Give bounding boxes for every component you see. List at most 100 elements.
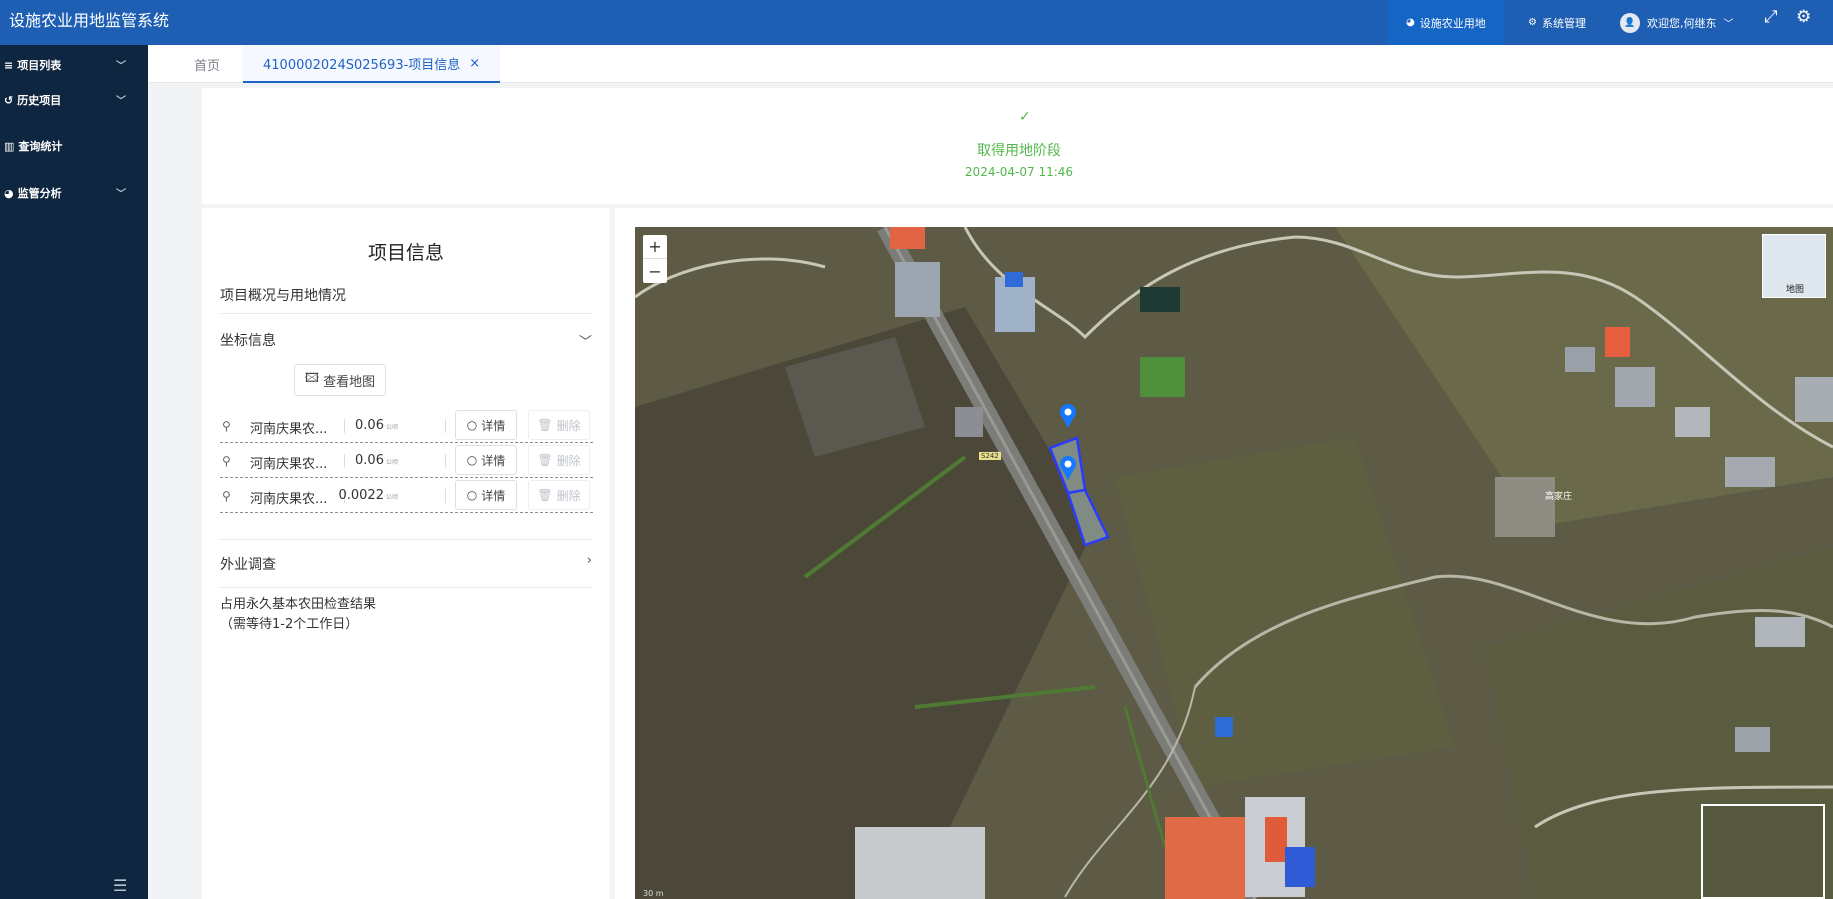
divider <box>220 539 593 540</box>
detail-label: 详情 <box>481 488 506 503</box>
road-label: S242 <box>979 452 1001 460</box>
tab-home-label: 首页 <box>194 58 221 74</box>
sidebar-item-project-list[interactable]: ≡ 项目列表 ﹀ <box>0 50 148 80</box>
sidebar: ≡ 项目列表 ﹀ ↺ 历史项目 ﹀ ▥ 查询统计 ◕ 监管分析 ﹀ ☰ <box>0 45 148 899</box>
sidebar-item-supervision[interactable]: ◕ 监管分析 ﹀ <box>0 178 148 208</box>
coord-area: 0.06 公顷 <box>355 453 398 468</box>
divider <box>445 419 446 433</box>
coord-area-unit: 公顷 <box>385 459 398 466</box>
nav-facility-land[interactable]: ◕ 设施农业用地 <box>1388 0 1504 45</box>
divider <box>344 454 345 468</box>
detail-label: 详情 <box>481 453 506 468</box>
location-pin-icon: ⚲ <box>222 454 231 468</box>
divider <box>344 419 345 433</box>
collapse-menu-icon[interactable]: ☰ <box>113 876 127 895</box>
view-map-button[interactable]: 🖾 查看地图 <box>294 364 386 396</box>
coord-area-value: 0.0022 <box>338 488 384 503</box>
image-icon: 🖾 <box>304 371 320 386</box>
settings-icon[interactable]: ⚙ <box>1796 7 1811 27</box>
check-icon: ✓ <box>1019 109 1031 125</box>
location-pin-icon: ⚲ <box>222 489 231 503</box>
sidebar-item-label: 查询统计 <box>18 140 63 153</box>
delete-label: 删除 <box>556 418 581 433</box>
search-icon: ○ <box>466 453 478 467</box>
overview-map[interactable] <box>1701 804 1825 899</box>
search-icon: ○ <box>466 488 478 502</box>
detail-button[interactable]: ○ 详情 <box>455 445 517 475</box>
app-title: 设施农业用地监管系统 <box>9 11 170 30</box>
section-field-survey[interactable]: 外业调查 <box>220 554 593 574</box>
satellite-map[interactable]: S242 高家庄 + − 地图 30 m <box>635 227 1833 899</box>
divider <box>220 587 593 588</box>
page-title: 项目信息 <box>367 242 444 264</box>
chevron-down-icon: ﹀ <box>1723 19 1734 30</box>
zoom-control: + − <box>643 235 667 283</box>
history-icon: ↺ <box>4 93 14 107</box>
chevron-right-icon[interactable]: › <box>587 553 592 568</box>
coord-area: 0.06 公顷 <box>355 418 398 433</box>
sidebar-item-label: 项目列表 <box>17 59 62 72</box>
coord-name: 河南庆果农... <box>250 457 328 472</box>
chevron-down-icon: ﹀ <box>116 61 126 72</box>
divider <box>445 489 446 503</box>
scale-bar: 30 m <box>643 889 664 898</box>
coord-row: ⚲ 河南庆果农... 0.0022 公顷 ○ 详情 🗑 删除 <box>220 479 593 513</box>
delete-button[interactable]: 🗑 删除 <box>528 480 590 510</box>
tab-project-info-label: 4100002024S025693-项目信息 <box>263 57 461 73</box>
coord-name: 河南庆果农... <box>250 422 328 437</box>
tab-bar: 首页 4100002024S025693-项目信息 × <box>148 45 1833 83</box>
view-map-label: 查看地图 <box>323 374 376 390</box>
location-pin-icon: ⚲ <box>222 419 231 433</box>
coord-area: 0.0022 公顷 <box>338 488 398 503</box>
zoom-in-button[interactable]: + <box>643 235 667 259</box>
pie-chart-icon: ◕ <box>1406 17 1415 28</box>
tab-home[interactable]: 首页 <box>194 45 220 83</box>
chevron-down-icon[interactable]: ﹀ <box>579 331 592 350</box>
stage-card: ✓ 取得用地阶段 2024-04-07 11:46 <box>202 88 1833 204</box>
user-menu[interactable]: 👤 欢迎您,何继东 ﹀ <box>1620 0 1734 45</box>
trash-icon: 🗑 <box>537 453 553 467</box>
village-label: 高家庄 <box>1545 492 1573 502</box>
result-note: （需等待1-2个工作日） <box>220 617 359 632</box>
nav-system-management-label: 系统管理 <box>1541 16 1586 30</box>
detail-button[interactable]: ○ 详情 <box>455 480 517 510</box>
section-coords-label: 坐标信息 <box>220 333 276 349</box>
bar-chart-icon: ▥ <box>4 139 15 153</box>
trash-icon: 🗑 <box>537 488 553 502</box>
close-icon[interactable]: × <box>469 56 480 71</box>
result-title: 占用永久基本农田检查结果 <box>220 597 377 612</box>
sidebar-item-history[interactable]: ↺ 历史项目 ﹀ <box>0 85 148 115</box>
gears-icon: ⚙ <box>1528 17 1537 28</box>
delete-button[interactable]: 🗑 删除 <box>528 445 590 475</box>
sidebar-item-label: 历史项目 <box>17 94 62 107</box>
nav-facility-land-label: 设施农业用地 <box>1419 16 1486 30</box>
app-header: 设施农业用地监管系统 ◕ 设施农业用地 ⚙ 系统管理 👤 欢迎您,何继东 ﹀ ⤢… <box>0 0 1833 45</box>
coord-area-value: 0.06 <box>355 453 384 468</box>
avatar: 👤 <box>1620 12 1640 33</box>
search-icon: ○ <box>466 418 478 432</box>
stage-name: 取得用地阶段 <box>977 143 1061 159</box>
coord-name: 河南庆果农... <box>250 492 328 507</box>
section-overview[interactable]: 项目概况与用地情况 <box>220 285 593 305</box>
sidebar-item-query-stats[interactable]: ▥ 查询统计 <box>0 131 148 161</box>
pie-chart-icon: ◕ <box>4 186 14 200</box>
chevron-down-icon: ﹀ <box>116 189 126 200</box>
divider <box>220 313 593 314</box>
coord-area-unit: 公顷 <box>385 424 398 431</box>
fullscreen-icon[interactable]: ⤢ <box>1764 7 1778 27</box>
detail-button[interactable]: ○ 详情 <box>455 410 517 440</box>
delete-button[interactable]: 🗑 删除 <box>528 410 590 440</box>
basemap-switcher[interactable]: 地图 <box>1762 234 1826 298</box>
user-greeting: 欢迎您,何继东 <box>1647 16 1717 30</box>
chevron-down-icon: ﹀ <box>116 96 126 107</box>
zoom-out-button[interactable]: − <box>643 259 667 283</box>
stage-time: 2024-04-07 11:46 <box>964 165 1074 179</box>
tab-project-info[interactable]: 4100002024S025693-项目信息 × <box>243 45 501 83</box>
section-coords[interactable]: 坐标信息 <box>220 330 593 350</box>
sidebar-item-label: 监管分析 <box>17 187 62 200</box>
coord-row: ⚲ 河南庆果农... 0.06 公顷 ○ 详情 🗑 删除 <box>220 444 593 478</box>
basemap-label: 地图 <box>1785 285 1804 295</box>
detail-label: 详情 <box>481 418 506 433</box>
nav-system-management[interactable]: ⚙ 系统管理 <box>1510 0 1604 45</box>
divider <box>445 454 446 468</box>
